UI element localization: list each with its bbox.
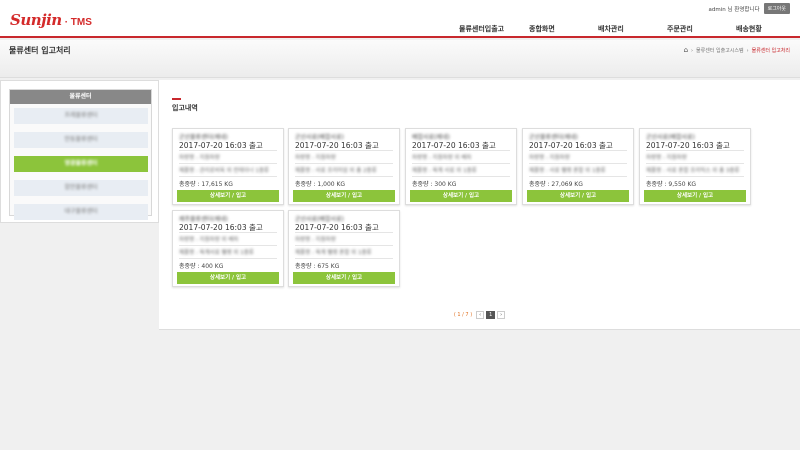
nav-item-delivery[interactable]: 배송현황 xyxy=(736,24,762,34)
user-area: admin 님 환영합니다 로그아웃 xyxy=(708,3,790,14)
receipt-card: 군산물류센터(제네) 2017-07-20 16:03 출고 차량명 : 지원차… xyxy=(522,128,634,205)
sidebar-item-label: 프레물류센터 xyxy=(64,112,98,119)
detail-receive-button[interactable]: 상세보기 / 입고 xyxy=(410,190,512,202)
receipt-card: 군산사료(배합사료) 2017-07-20 16:03 출고 차량명 : 지원차… xyxy=(639,128,751,205)
card-weight: 총중량 : 9,550 KG xyxy=(646,181,697,188)
card-divider xyxy=(179,245,277,246)
receipt-card: 군산사료(배합사료) 2017-07-20 16:03 출고 차량명 : 지원차… xyxy=(288,128,400,205)
main-nav: 물류센터입출고 종합화면 배차관리 주문관리 배송현황 xyxy=(0,24,800,36)
card-weight: 총중량 : 27,069 KG xyxy=(529,181,583,188)
sidebar-item-center-3[interactable]: 영광물류센터 xyxy=(14,156,148,172)
nav-item-dashboard[interactable]: 종합화면 xyxy=(529,24,555,34)
logout-button[interactable]: 로그아웃 xyxy=(763,3,790,14)
receipt-card: 군산사료(배합사료) 2017-07-20 16:03 출고 차량명 : 지원차… xyxy=(288,210,400,287)
sidebar-item-label: 함안물류센터 xyxy=(64,184,98,191)
page-titlebar: 물류센터 입고처리 ⌂ › 물류센터 입출고시스템 › 물류센터 입고처리 xyxy=(0,40,800,78)
sidebar-item-label: 안동물류센터 xyxy=(64,136,98,143)
breadcrumb: ⌂ › 물류센터 입출고시스템 › 물류센터 입고처리 xyxy=(684,47,790,55)
card-divider xyxy=(295,232,393,233)
card-divider xyxy=(179,232,277,233)
card-divider xyxy=(295,258,393,259)
card-divider xyxy=(295,163,393,164)
card-divider xyxy=(646,163,744,164)
main-content: 입고내역 군산물류센터(제네) 2017-07-20 16:03 출고 차량명 … xyxy=(159,80,800,330)
card-vehicle: 차량명 : 지원차량 xyxy=(646,155,687,161)
sidebar-panel: 물류센터 프레물류센터 안동물류센터 영광물류센터 함안물류센터 대구물류센터 xyxy=(9,89,152,220)
sidebar-title: 물류센터 xyxy=(10,90,151,104)
card-divider xyxy=(412,176,510,177)
nav-item-orders[interactable]: 주문관리 xyxy=(667,24,693,34)
sidebar-item-center-2[interactable]: 안동물류센터 xyxy=(14,132,148,148)
detail-receive-button[interactable]: 상세보기 / 입고 xyxy=(293,190,395,202)
card-divider xyxy=(179,150,277,151)
sidebar-item-center-4[interactable]: 함안물류센터 xyxy=(14,180,148,196)
home-icon[interactable]: ⌂ xyxy=(684,47,688,54)
next-page-button[interactable]: › xyxy=(497,311,506,319)
nav-item-inout[interactable]: 물류센터입출고 xyxy=(459,24,504,34)
card-divider xyxy=(179,163,277,164)
detail-receive-button[interactable]: 상세보기 / 입고 xyxy=(177,190,279,202)
card-weight: 총중량 : 675 KG xyxy=(295,263,340,270)
section-title: 입고내역 xyxy=(172,104,198,112)
card-divider xyxy=(529,150,627,151)
card-vehicle: 차량명 : 지원차량 xyxy=(295,155,336,161)
card-divider xyxy=(179,258,277,259)
page-number-current[interactable]: 1 xyxy=(486,311,496,319)
sidebar-item-label: 영광물류센터 xyxy=(64,160,98,167)
page-title: 물류센터 입고처리 xyxy=(9,46,71,55)
receipt-card: 군산물류센터(제네) 2017-07-20 16:03 출고 차량명 : 지원차… xyxy=(172,128,284,205)
breadcrumb-separator: › xyxy=(746,47,749,54)
card-weight: 총중량 : 17,615 KG xyxy=(179,181,233,188)
card-product: 제품명 : 육계사료 펠렛 외 1종류 xyxy=(179,250,254,256)
card-divider xyxy=(412,150,510,151)
pagination: ( 1 / 7 ) ‹ 1 › xyxy=(159,311,800,319)
receipt-card: 배합사료(제네) 2017-07-20 16:03 출고 차량명 : 지원차량 … xyxy=(405,128,517,205)
card-divider xyxy=(295,150,393,151)
sidebar-item-center-5[interactable]: 대구물류센터 xyxy=(14,204,148,220)
nav-item-dispatch[interactable]: 배차관리 xyxy=(598,24,624,34)
prev-page-button[interactable]: ‹ xyxy=(476,311,485,319)
card-divider xyxy=(529,163,627,164)
breadcrumb-parent[interactable]: 물류센터 입출고시스템 xyxy=(696,47,744,54)
sidebar: 물류센터 프레물류센터 안동물류센터 영광물류센터 함안물류센터 대구물류센터 xyxy=(0,80,159,223)
card-product: 제품명 : 사료 프리미엄 외 총 2종류 xyxy=(295,168,377,174)
card-vehicle: 차량명 : 지원차량 xyxy=(295,237,336,243)
card-weight: 총중량 : 1,000 KG xyxy=(295,181,346,188)
card-vehicle: 차량명 : 지원차량 xyxy=(529,155,570,161)
card-vehicle: 차량명 : 지원차량 xyxy=(179,155,220,161)
card-divider xyxy=(179,176,277,177)
receipt-card: 제주물류센터(제네) 2017-07-20 16:03 출고 차량명 : 지원차… xyxy=(172,210,284,287)
card-product: 제품명 : 사료 펠렛 혼합 외 1종류 xyxy=(529,168,606,174)
card-product: 제품명 : 육계 사료 외 1종류 xyxy=(412,168,477,174)
card-weight: 총중량 : 300 KG xyxy=(412,181,457,188)
card-product: 제품명 : 사료 혼합 프리믹스 외 총 3종류 xyxy=(646,168,740,174)
detail-receive-button[interactable]: 상세보기 / 입고 xyxy=(644,190,746,202)
card-vehicle: 차량명 : 지원차량 외 배차 xyxy=(412,155,472,161)
card-weight: 총중량 : 400 KG xyxy=(179,263,224,270)
detail-receive-button[interactable]: 상세보기 / 입고 xyxy=(177,272,279,284)
card-divider xyxy=(295,245,393,246)
top-header: Sunjin · TMS admin 님 환영합니다 로그아웃 물류센터입출고 … xyxy=(0,0,800,38)
breadcrumb-current: 물류센터 입고처리 xyxy=(751,48,790,54)
card-vehicle: 차량명 : 지원차량 외 배차 xyxy=(179,237,239,243)
card-divider xyxy=(295,176,393,177)
card-product: 제품명 : 육계 펠렛 혼합 외 1종류 xyxy=(295,250,372,256)
detail-receive-button[interactable]: 상세보기 / 입고 xyxy=(293,272,395,284)
card-divider xyxy=(646,176,744,177)
page-info: ( 1 / 7 ) xyxy=(453,312,473,318)
section-marker xyxy=(172,98,181,100)
breadcrumb-separator: › xyxy=(691,47,694,54)
card-divider xyxy=(646,150,744,151)
welcome-text: admin 님 환영합니다 xyxy=(708,6,760,13)
sidebar-item-label: 대구물류센터 xyxy=(64,208,98,215)
sidebar-item-center-1[interactable]: 프레물류센터 xyxy=(14,108,148,124)
detail-receive-button[interactable]: 상세보기 / 입고 xyxy=(527,190,629,202)
card-divider xyxy=(412,163,510,164)
card-product: 제품명 : 관리로비옥 외 컨테이너 1종류 xyxy=(179,168,269,174)
card-divider xyxy=(529,176,627,177)
